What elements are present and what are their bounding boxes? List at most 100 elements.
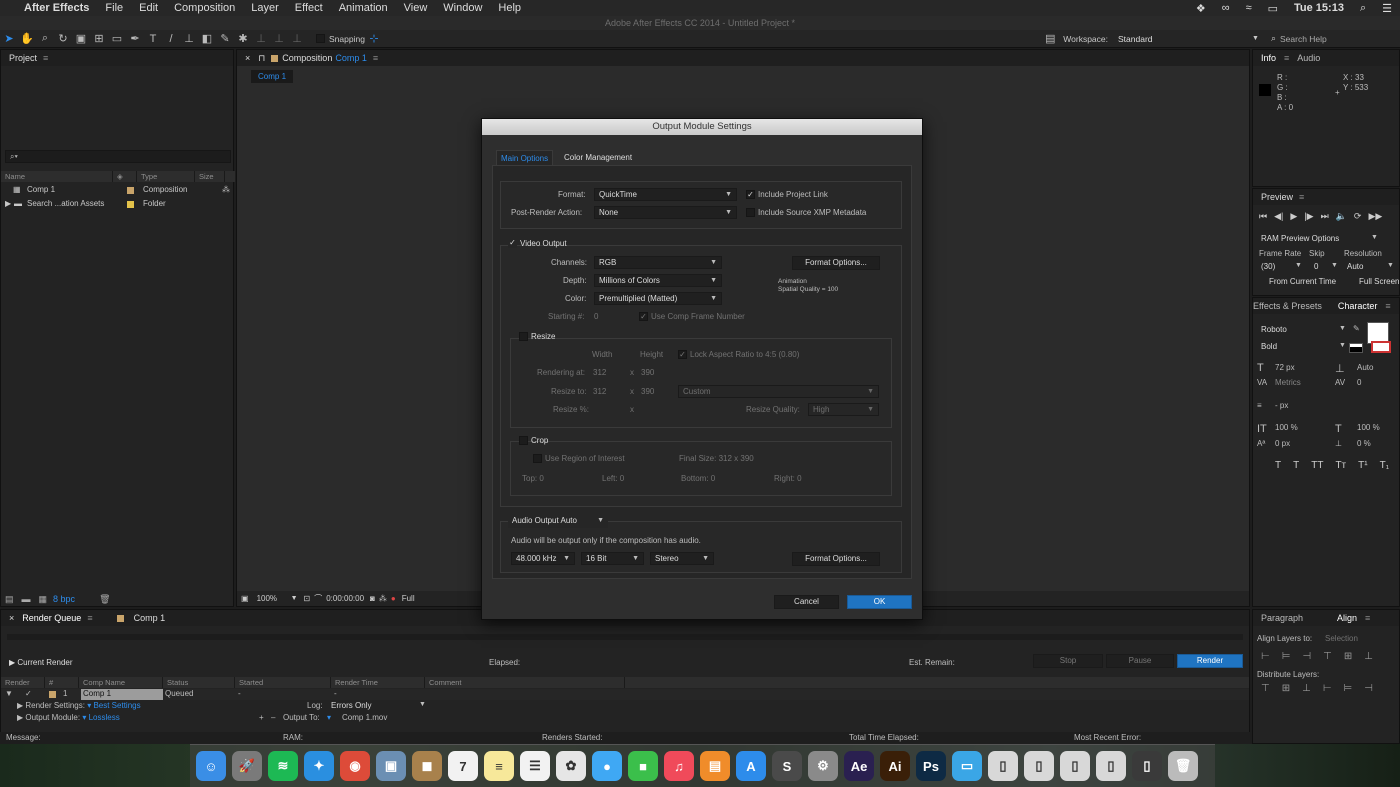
- render-checkbox[interactable]: ✓: [25, 689, 32, 698]
- sublime-icon[interactable]: S: [772, 751, 802, 781]
- baseline-shift-value[interactable]: 0 px: [1275, 439, 1290, 448]
- notification-center-icon[interactable]: ☰: [1374, 2, 1400, 15]
- audio-channels-select[interactable]: Stereo ▼: [650, 552, 714, 565]
- column-comment[interactable]: Comment: [425, 677, 625, 688]
- reminders-icon[interactable]: ☰: [520, 751, 550, 781]
- project-item[interactable]: ▦ Comp 1 Composition ⁂: [1, 185, 235, 197]
- menu-view[interactable]: View: [396, 2, 436, 14]
- distribute-right-icon[interactable]: ⊣: [1364, 683, 1373, 694]
- font-size-value[interactable]: 72 px: [1275, 363, 1295, 372]
- show-channel-icon[interactable]: ⁂: [379, 594, 387, 603]
- rq-comp-name[interactable]: Comp 1: [81, 689, 163, 700]
- axis-view-icon[interactable]: ⊥: [288, 32, 306, 45]
- column-name[interactable]: Name: [1, 171, 113, 182]
- tab-align[interactable]: Align: [1329, 610, 1365, 626]
- distribute-hcenter-icon[interactable]: ⊨: [1344, 683, 1353, 694]
- loop-icon[interactable]: ⟳: [1354, 211, 1362, 222]
- resize-preset-select[interactable]: Custom ▼: [678, 385, 879, 398]
- comp-menu-icon[interactable]: ≡: [373, 53, 378, 63]
- align-left-icon[interactable]: ⊢: [1261, 651, 1270, 662]
- render-settings-chevron-icon[interactable]: ▾: [87, 701, 91, 710]
- comp-tab-name[interactable]: Comp 1: [335, 53, 367, 63]
- trash-icon[interactable]: 🗑: [1168, 751, 1198, 781]
- last-frame-icon[interactable]: ⏭: [1321, 211, 1329, 222]
- tab-main-options[interactable]: Main Options: [496, 150, 554, 165]
- tab-render-queue[interactable]: Render Queue: [22, 613, 81, 623]
- label-icon[interactable]: ◈: [113, 171, 137, 182]
- project-search-input[interactable]: ⌕▾: [5, 150, 231, 163]
- snap-icon[interactable]: ⊹: [365, 32, 383, 45]
- tab-paragraph[interactable]: Paragraph: [1253, 610, 1311, 626]
- window-5-icon[interactable]: ▯: [1132, 751, 1162, 781]
- depth-select[interactable]: Millions of Colors ▼: [594, 274, 722, 287]
- new-folder-icon[interactable]: ▬: [22, 594, 31, 604]
- safari-icon[interactable]: ✦: [304, 751, 334, 781]
- axis-world-icon[interactable]: ⊥: [270, 32, 288, 45]
- tracking-value[interactable]: 0: [1357, 378, 1361, 387]
- hand-tool-icon[interactable]: ✋: [18, 32, 36, 45]
- align-bottom-icon[interactable]: ⊥: [1364, 651, 1373, 662]
- puppet-tool-icon[interactable]: ✱: [234, 32, 252, 45]
- crop-right[interactable]: Right: 0: [774, 474, 802, 483]
- resize-width-input[interactable]: 312: [593, 387, 606, 396]
- video-format-options-button[interactable]: Format Options...: [792, 256, 880, 270]
- tab-effects-presets[interactable]: Effects & Presets: [1253, 298, 1330, 314]
- current-render-label[interactable]: ▶ Current Render: [9, 658, 73, 667]
- axis-local-icon[interactable]: ⊥: [252, 32, 270, 45]
- dropbox-icon[interactable]: ❖: [1188, 2, 1214, 15]
- superscript-button[interactable]: T¹: [1358, 460, 1367, 471]
- battery-icon[interactable]: ▭: [1260, 2, 1286, 15]
- rq-menu-icon[interactable]: ≡: [87, 613, 92, 623]
- window-1-icon[interactable]: ▯: [988, 751, 1018, 781]
- frame-rate-chevron-icon[interactable]: ▼: [1295, 262, 1302, 269]
- itunes-icon[interactable]: ♫: [664, 751, 694, 781]
- menu-window[interactable]: Window: [435, 2, 490, 14]
- frame-rate-select[interactable]: (30): [1261, 262, 1275, 271]
- label-swatch[interactable]: [127, 187, 134, 194]
- lock-aspect-checkbox[interactable]: ✓: [678, 350, 687, 359]
- resize-quality-select[interactable]: High ▼: [808, 403, 879, 416]
- audio-format-options-button[interactable]: Format Options...: [792, 552, 880, 566]
- tab-character[interactable]: Character: [1330, 298, 1386, 314]
- menu-composition[interactable]: Composition: [166, 2, 243, 14]
- render-button[interactable]: Render: [1177, 654, 1243, 668]
- column-comp-name[interactable]: Comp Name: [79, 677, 163, 688]
- leading-value[interactable]: Auto: [1357, 363, 1373, 372]
- calendar-icon[interactable]: 7: [448, 751, 478, 781]
- camera-tool-icon[interactable]: ▣: [72, 32, 90, 45]
- launchpad-icon[interactable]: 🚀: [232, 751, 262, 781]
- font-family-select[interactable]: Roboto: [1261, 325, 1287, 334]
- full-screen-checkbox[interactable]: Full Screen: [1359, 277, 1399, 286]
- creative-cloud-icon[interactable]: ∞: [1214, 2, 1238, 14]
- illustrator-icon[interactable]: Ai: [880, 751, 910, 781]
- rectangle-tool-icon[interactable]: ▭: [108, 32, 126, 45]
- disclosure-triangle-icon[interactable]: ▶: [5, 199, 11, 208]
- spotify-icon[interactable]: ≋: [268, 751, 298, 781]
- notes-icon[interactable]: ≡: [484, 751, 514, 781]
- ram-chevron-icon[interactable]: ▼: [1371, 234, 1378, 241]
- menubar-clock[interactable]: Tue 15:13: [1286, 2, 1352, 14]
- audio-output-select[interactable]: Audio Output Auto ▼: [508, 515, 608, 528]
- ibooks-icon[interactable]: ▤: [700, 751, 730, 781]
- all-caps-button[interactable]: TT: [1311, 460, 1323, 471]
- project-item[interactable]: ▶ ▬ Search ...ation Assets Folder: [1, 199, 235, 211]
- interpret-footage-icon[interactable]: ▤: [5, 594, 14, 605]
- column-render-time[interactable]: Render Time: [331, 677, 425, 688]
- menu-app[interactable]: After Effects: [16, 2, 97, 14]
- video-output-checkbox[interactable]: ✓: [508, 239, 517, 248]
- horizontal-scale-value[interactable]: 100 %: [1357, 423, 1380, 432]
- column-render[interactable]: Render: [1, 677, 45, 688]
- close-icon[interactable]: ×: [245, 53, 250, 63]
- ok-button[interactable]: OK: [847, 595, 912, 609]
- appstore-icon[interactable]: A: [736, 751, 766, 781]
- color-icon[interactable]: ●: [391, 594, 396, 603]
- resize-checkbox[interactable]: [519, 332, 528, 341]
- log-chevron-icon[interactable]: ▼: [419, 701, 426, 708]
- black-white-swatch[interactable]: [1349, 343, 1363, 353]
- column-started[interactable]: Started: [235, 677, 331, 688]
- crop-left[interactable]: Left: 0: [602, 474, 624, 483]
- rotate-tool-icon[interactable]: ↻: [54, 32, 72, 45]
- type-tool-icon[interactable]: T: [144, 33, 162, 45]
- distribute-left-icon[interactable]: ⊢: [1323, 683, 1332, 694]
- eyedropper-icon[interactable]: ✎: [1353, 324, 1360, 333]
